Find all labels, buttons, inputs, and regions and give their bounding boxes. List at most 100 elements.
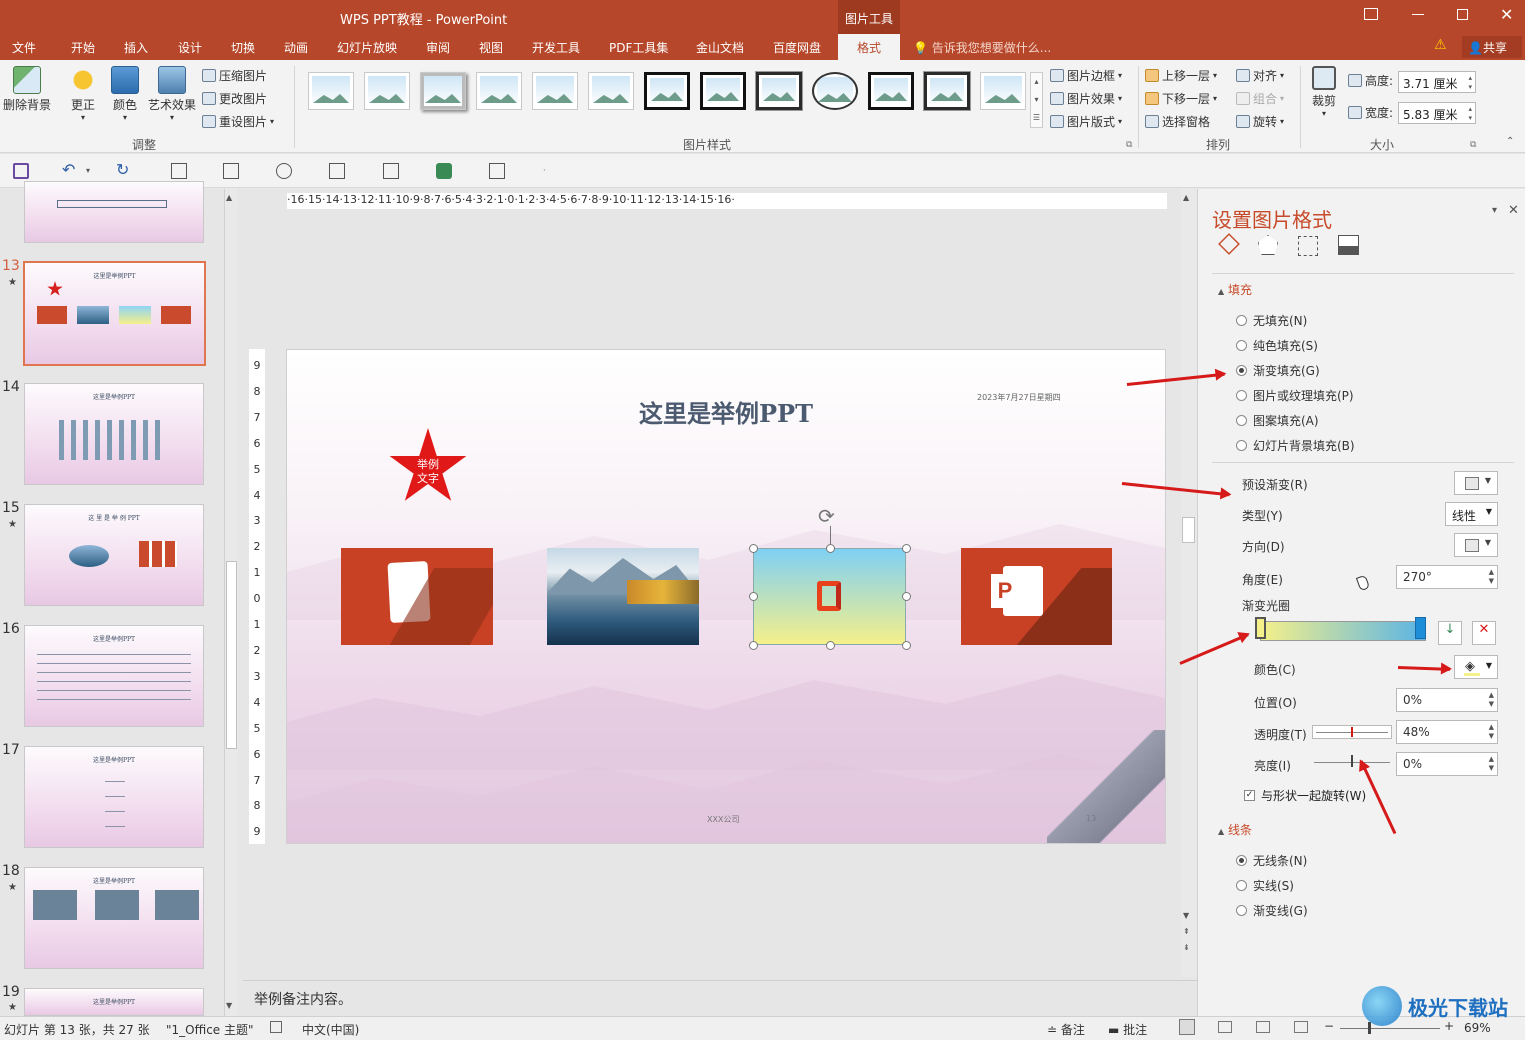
picture-style-9[interactable] <box>755 71 803 111</box>
present-icon[interactable] <box>276 163 292 179</box>
undo-icon[interactable]: ↶ <box>62 160 78 179</box>
fill-option-gradient[interactable]: 渐变填充(G) <box>1236 362 1320 379</box>
menu-insert[interactable]: 插入 <box>124 39 148 56</box>
layout-qat-icon[interactable] <box>223 163 239 179</box>
angle-input[interactable]: 270° ▲ ▼ <box>1396 565 1498 589</box>
selection-pane-button[interactable]: 选择窗格 <box>1145 113 1210 130</box>
slide-thumbnail-15[interactable]: 这 里 是 举 例 PPT <box>24 504 204 606</box>
slide-thumbnail-16[interactable]: 这里是举例PPT <box>24 625 204 727</box>
warning-icon[interactable]: ⚠ <box>1434 37 1447 53</box>
slide-thumbnail-18[interactable]: 这里是举例PPT <box>24 867 204 969</box>
fill-line-tab-icon[interactable] <box>1218 233 1240 255</box>
fill-option-picture-texture[interactable]: 图片或纹理填充(P) <box>1236 387 1354 404</box>
width-spinner[interactable]: ▴ ▾ <box>1468 105 1472 123</box>
slide-thumbnail-14[interactable]: 这里是举例PPT <box>24 383 204 485</box>
share-button[interactable]: 👤共享 <box>1462 36 1522 58</box>
slide-thumbnail-19[interactable]: 这里是举例PPT <box>24 988 204 1016</box>
change-picture-button[interactable]: 更改图片 <box>202 90 267 107</box>
menu-pdf-tools[interactable]: PDF工具集 <box>609 39 668 56</box>
picture-style-7[interactable] <box>644 72 690 110</box>
customize-qat-icon[interactable]: · <box>543 166 546 175</box>
line-option-solid[interactable]: 实线(S) <box>1236 877 1294 894</box>
angle-spinner[interactable]: ▲ ▼ <box>1489 568 1494 586</box>
scroll-down-icon[interactable]: ▼ <box>226 1001 232 1010</box>
size-properties-tab-icon[interactable] <box>1298 236 1318 256</box>
preset-gradient-dropdown[interactable]: ▼ <box>1454 471 1498 495</box>
menu-file[interactable]: 文件 <box>12 39 36 56</box>
fill-option-none[interactable]: 无填充(N) <box>1236 312 1307 329</box>
menu-view[interactable]: 视图 <box>479 39 503 56</box>
slide-image-lake[interactable] <box>547 548 699 645</box>
slide-thumbnail-13[interactable]: 这里是举例PPT <box>23 261 206 366</box>
size-dialog-launcher-icon[interactable]: ⧉ <box>1470 140 1476 150</box>
rotate-with-shape-checkbox[interactable]: ✓ 与形状一起旋转(W) <box>1244 787 1366 804</box>
crop-button[interactable]: 裁剪 ▾ <box>1306 66 1342 118</box>
menu-transitions[interactable]: 切换 <box>231 39 255 56</box>
picture-style-11[interactable] <box>868 72 914 110</box>
scroll-thumb[interactable] <box>226 561 237 749</box>
picture-style-13[interactable] <box>980 72 1026 110</box>
gradient-stop-2[interactable] <box>1415 617 1426 639</box>
document-icon[interactable] <box>489 163 505 179</box>
picture-style-5[interactable] <box>532 72 578 110</box>
scroll-thumb[interactable] <box>1182 517 1195 543</box>
resize-handle-ne[interactable] <box>902 544 911 553</box>
group-button[interactable]: 组合 ▾ <box>1236 90 1284 107</box>
fill-section-header[interactable]: ▲ 填充 <box>1218 281 1252 298</box>
picture-tab-icon[interactable] <box>1338 235 1359 255</box>
dialog-launcher-icon[interactable]: ⧉ <box>1126 140 1132 150</box>
pane-options-icon[interactable]: ▾ <box>1492 205 1497 216</box>
slide-image-powerpoint-logo[interactable]: P <box>961 548 1112 645</box>
transparency-input[interactable]: 48% ▲ ▼ <box>1396 720 1498 744</box>
scroll-down-icon[interactable]: ▼ <box>1183 911 1189 920</box>
picture-layout-button[interactable]: 图片版式 ▾ <box>1050 113 1122 130</box>
slide-thumbnail-17[interactable]: 这里是举例PPT <box>24 746 204 848</box>
notes-toggle[interactable]: ≐ 备注 <box>1047 1021 1085 1038</box>
reading-view-icon[interactable] <box>1256 1021 1270 1033</box>
height-input[interactable]: 3.71 厘米 ▴ ▾ <box>1398 71 1476 93</box>
gallery-scroll[interactable]: ▴ ▾ ☰ <box>1030 72 1043 128</box>
gradient-stop-1[interactable] <box>1255 617 1266 639</box>
notes-pane[interactable]: 举例备注内容。 <box>243 980 1197 1016</box>
picture-effects-button[interactable]: 图片效果 ▾ <box>1050 90 1122 107</box>
menu-design[interactable]: 设计 <box>178 39 202 56</box>
artistic-effects-button[interactable]: 艺术效果 ▾ <box>146 66 198 122</box>
add-stop-button[interactable]: ↓ <box>1438 621 1462 645</box>
brightness-slider-thumb[interactable] <box>1351 755 1353 767</box>
previous-slide-icon[interactable]: ⇞ <box>1183 927 1190 936</box>
redo-icon[interactable]: ↻ <box>116 160 132 179</box>
resize-handle-w[interactable] <box>749 592 758 601</box>
picture-style-8[interactable] <box>700 72 746 110</box>
undo-dropdown-icon[interactable]: ▾ <box>86 166 90 175</box>
picture-style-3[interactable] <box>420 72 466 110</box>
picture-style-4[interactable] <box>476 72 522 110</box>
resize-handle-se[interactable] <box>902 641 911 650</box>
print-preview-icon[interactable] <box>383 163 399 179</box>
slide-image-selected-office[interactable] <box>753 548 906 645</box>
rotate-handle-icon[interactable]: ⟳ <box>818 504 835 528</box>
zoom-out-icon[interactable]: − <box>1324 1019 1334 1033</box>
slider-thumb[interactable] <box>1350 727 1353 737</box>
maximize-icon[interactable] <box>1457 9 1468 20</box>
slideshow-view-icon[interactable] <box>1294 1021 1308 1033</box>
fill-option-slide-background[interactable]: 幻灯片背景填充(B) <box>1236 437 1355 454</box>
ribbon-display-icon[interactable] <box>1364 8 1378 20</box>
resize-handle-sw[interactable] <box>749 641 758 650</box>
brightness-input[interactable]: 0% ▲ ▼ <box>1396 752 1498 776</box>
fill-option-solid[interactable]: 纯色填充(S) <box>1236 337 1318 354</box>
picture-style-1[interactable] <box>308 72 354 110</box>
menu-review[interactable]: 审阅 <box>426 39 450 56</box>
send-backward-button[interactable]: 下移一层 ▾ <box>1145 90 1217 107</box>
bring-forward-button[interactable]: 上移一层 ▾ <box>1145 67 1217 84</box>
pane-close-icon[interactable]: ✕ <box>1508 203 1519 218</box>
thumbnail-scrollbar[interactable]: ▲ ▼ <box>224 189 238 1016</box>
transparency-spinner[interactable]: ▲ ▼ <box>1489 723 1494 741</box>
save-icon[interactable] <box>13 163 29 179</box>
picture-style-6[interactable] <box>588 72 634 110</box>
slide-date[interactable]: 2023年7月27日星期四 <box>977 392 1061 403</box>
picture-border-button[interactable]: 图片边框 ▾ <box>1050 67 1122 84</box>
collapse-ribbon-icon[interactable]: ⌃ <box>1506 136 1514 147</box>
menu-home[interactable]: 开始 <box>71 39 95 56</box>
scroll-up-icon[interactable]: ▲ <box>1183 193 1189 202</box>
comments-toggle[interactable]: ▬ 批注 <box>1108 1021 1147 1038</box>
